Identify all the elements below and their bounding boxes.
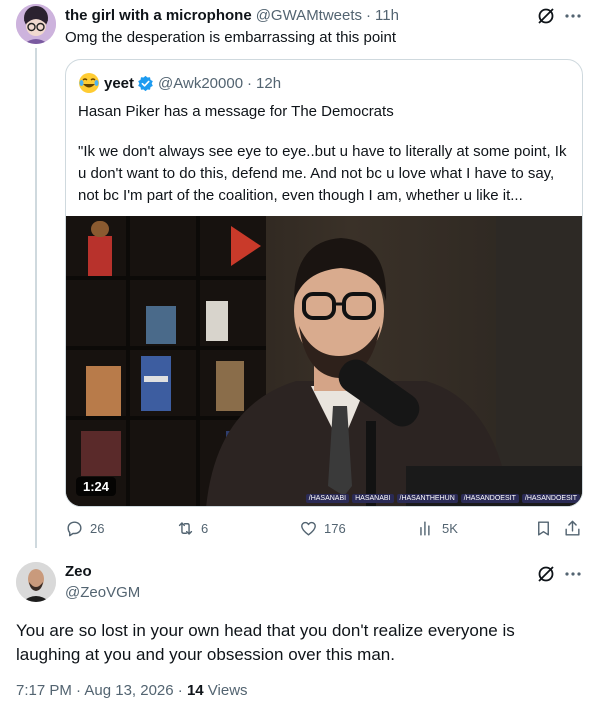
quoted-tweet-header: yeet @Awk20000 · 12h [78,72,281,94]
views-count: 5K [442,521,458,536]
quoted-tweet-time[interactable]: 12h [256,75,281,92]
social-tag: /HASANDOESIT [521,494,580,503]
like-count: 176 [324,521,346,536]
repost-count: 6 [201,521,209,536]
bookmark-button[interactable] [534,519,559,538]
reply-text: You are so lost in your own head that yo… [16,621,515,664]
tweet-text: Omg the desperation is embarrassing at t… [65,29,397,46]
reply-timestamp[interactable]: 7:17 PM · Aug 13, 2026 · [16,682,187,699]
repost-button[interactable]: 6 [176,519,208,538]
bookmark-icon [538,521,549,536]
like-button[interactable]: 176 [299,519,346,538]
video-social-overlay: /HASANABI HASANABI /HASANTHEHUN /HASANDO… [305,494,580,503]
repost-icon [178,522,193,535]
grok-icon[interactable] [536,564,556,584]
reply-count: 26 [90,521,105,536]
quoted-author-handle[interactable]: @Awk20000 [158,75,243,92]
separator: · [247,74,253,92]
share-button[interactable] [563,519,588,538]
more-icon[interactable] [563,564,583,584]
video-duration: 1:24 [76,477,117,496]
share-icon [565,520,580,536]
views-icon [420,521,430,536]
views-button[interactable]: 5K [417,519,458,538]
video-thumbnail [66,216,582,506]
reply-author-avatar[interactable] [16,562,56,602]
separator: · [366,6,372,24]
reply-icon [67,521,82,537]
reply-author-handle[interactable]: @ZeoVGM [65,584,140,601]
more-icon[interactable] [563,6,583,26]
author-avatar[interactable] [16,4,56,44]
reply-author-name[interactable]: Zeo [65,563,92,580]
reply-tweet[interactable]: Zeo @ZeoVGM You are so lost in your own … [0,549,599,712]
social-tag: /HASANABI [305,494,350,503]
quoted-text-paragraph: "Ik we don't always see eye to eye..but … [78,143,567,204]
laughing-emoji-icon [78,72,100,94]
grok-icon[interactable] [536,6,556,26]
author-handle[interactable]: @GWAMtweets [256,7,362,24]
tweet-header: the girl with a microphone @GWAMtweets ·… [65,6,399,24]
verified-badge-icon [138,75,153,91]
reply-meta: 7:17 PM · Aug 13, 2026 · 14 Views [16,682,248,699]
social-tag: HASANABI [352,494,394,503]
action-bar: 26 6 176 5K [65,519,585,539]
social-tag: /HASANDOESIT [460,494,519,503]
reply-button[interactable]: 26 [65,519,104,538]
like-icon [301,521,316,536]
quoted-author-name[interactable]: yeet [104,75,134,92]
video-player[interactable]: 1:24 /HASANABI HASANABI /HASANTHEHUN /HA… [66,216,582,506]
author-name[interactable]: the girl with a microphone [65,7,252,24]
reply-views-count: 14 [186,682,204,699]
quoted-text-paragraph: Hasan Piker has a message for The Democr… [78,103,394,120]
quoted-tweet[interactable]: yeet @Awk20000 · 12h Hasan Piker has a m… [65,59,583,507]
social-tag: /HASANTHEHUN [396,494,458,503]
main-tweet[interactable]: the girl with a microphone @GWAMtweets ·… [0,0,599,548]
reply-views-label: Views [203,682,248,699]
tweet-time[interactable]: 11h [375,7,399,24]
quoted-tweet-text: Hasan Piker has a message for The Democr… [78,101,573,207]
thread-line [35,48,37,548]
